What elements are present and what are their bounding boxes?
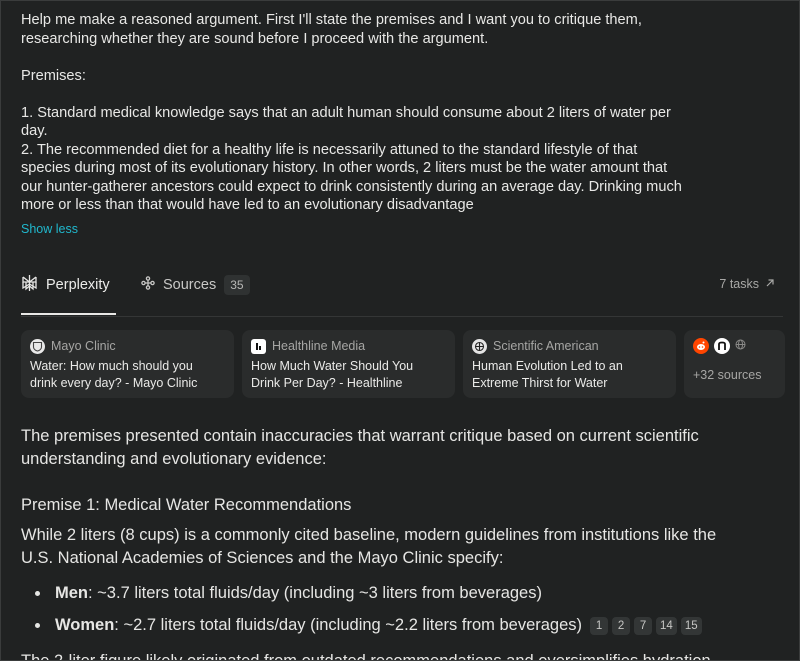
tab-perplexity-label: Perplexity bbox=[46, 277, 110, 293]
source-title-line: Water: How much should you bbox=[30, 359, 193, 373]
perplexity-logo-icon bbox=[21, 274, 38, 296]
list-item-text: : ~2.7 liters total fluids/day (includin… bbox=[114, 616, 583, 634]
query-line: our hunter-gatherer ancestors could expe… bbox=[21, 178, 682, 195]
answer-tabs: Perplexity Sources 35 7 tasks bbox=[21, 273, 783, 317]
tabs-divider bbox=[21, 316, 783, 317]
source-card-healthline[interactable]: Healthline Media How Much Water Should Y… bbox=[242, 330, 455, 398]
bullet-dot bbox=[35, 623, 40, 628]
tasks-link[interactable]: 7 tasks bbox=[719, 277, 775, 291]
source-title-line: How Much Water Should You bbox=[251, 359, 414, 373]
source-site-name: Mayo Clinic bbox=[51, 339, 116, 353]
query-line: day. bbox=[21, 123, 48, 139]
list-item-label: Women bbox=[55, 616, 115, 634]
query-line: 1. Standard medical knowledge says that … bbox=[21, 104, 671, 121]
more-sources-label: +32 sources bbox=[693, 368, 762, 382]
healthline-icon bbox=[251, 338, 266, 354]
list-item: Women : ~2.7 liters total fluids/day (in… bbox=[35, 616, 702, 635]
globe-icon bbox=[735, 339, 746, 353]
query-line: species during most of its evolutionary … bbox=[21, 160, 668, 176]
tab-perplexity[interactable]: Perplexity bbox=[21, 273, 110, 297]
citation-badge[interactable]: 1 bbox=[590, 616, 609, 635]
scientific-american-icon bbox=[472, 338, 487, 354]
answer-line: understanding and evolutionary evidence: bbox=[21, 449, 327, 468]
source-card-mayo-clinic[interactable]: Mayo Clinic Water: How much should you d… bbox=[21, 330, 234, 398]
source-site-name: Healthline Media bbox=[272, 339, 366, 353]
answer-line: U.S. National Academies of Sciences and … bbox=[21, 548, 504, 567]
source-card-scientific-american[interactable]: Scientific American Human Evolution Led … bbox=[463, 330, 676, 398]
tab-sources[interactable]: Sources 35 bbox=[141, 273, 250, 297]
list-item: Men : ~3.7 liters total fluids/day (incl… bbox=[35, 584, 542, 603]
source-title-line: Human Evolution Led to an bbox=[472, 359, 623, 373]
user-query: Help me make a reasoned argument. First … bbox=[21, 11, 761, 215]
list-item-text: : ~3.7 liters total fluids/day (includin… bbox=[88, 584, 542, 602]
premise-heading: Premise 1: Medical Water Recommendations bbox=[21, 496, 352, 514]
query-line: 2. The recommended diet for a healthy li… bbox=[21, 141, 638, 158]
answer-intro: The premises presented contain inaccurac… bbox=[21, 425, 791, 470]
citation-badge[interactable]: 15 bbox=[680, 616, 702, 635]
mayo-clinic-icon bbox=[30, 338, 45, 354]
arrow-up-right-icon bbox=[765, 277, 775, 291]
more-sources-card[interactable]: +32 sources bbox=[684, 330, 785, 398]
answer-line: While 2 liters (8 cups) is a commonly ci… bbox=[21, 526, 717, 544]
list-item-label: Men bbox=[55, 584, 88, 602]
tasks-label: 7 tasks bbox=[719, 277, 759, 291]
active-tab-indicator bbox=[21, 313, 116, 315]
answer-line-partial: The 2-liter figure likely originated fro… bbox=[21, 652, 711, 661]
sources-count-badge: 35 bbox=[224, 275, 250, 295]
reddit-icon bbox=[693, 338, 709, 354]
app-window: Help me make a reasoned argument. First … bbox=[0, 0, 800, 661]
bullet-dot bbox=[35, 591, 40, 596]
citation-badge[interactable]: 7 bbox=[634, 616, 653, 635]
citation-badge[interactable]: 14 bbox=[656, 616, 677, 635]
sources-icon bbox=[141, 276, 155, 294]
query-line: more or less than that would have led to… bbox=[21, 197, 474, 213]
n-icon bbox=[714, 338, 730, 354]
premise-paragraph: While 2 liters (8 cups) is a commonly ci… bbox=[21, 524, 791, 569]
source-site-name: Scientific American bbox=[493, 339, 599, 353]
source-title-line: Extreme Thirst for Water bbox=[472, 376, 608, 390]
tab-sources-label: Sources bbox=[163, 277, 217, 293]
answer-line: The premises presented contain inaccurac… bbox=[21, 427, 699, 445]
source-title-line: drink every day? - Mayo Clinic bbox=[30, 376, 198, 390]
query-line: Premises: bbox=[21, 67, 86, 84]
show-less-link[interactable]: Show less bbox=[21, 222, 78, 236]
source-title-line: Drink Per Day? - Healthline bbox=[251, 376, 403, 390]
query-line: Help me make a reasoned argument. First … bbox=[21, 12, 642, 28]
citation-badge[interactable]: 2 bbox=[612, 616, 631, 635]
query-line: researching whether they are sound befor… bbox=[21, 30, 489, 47]
